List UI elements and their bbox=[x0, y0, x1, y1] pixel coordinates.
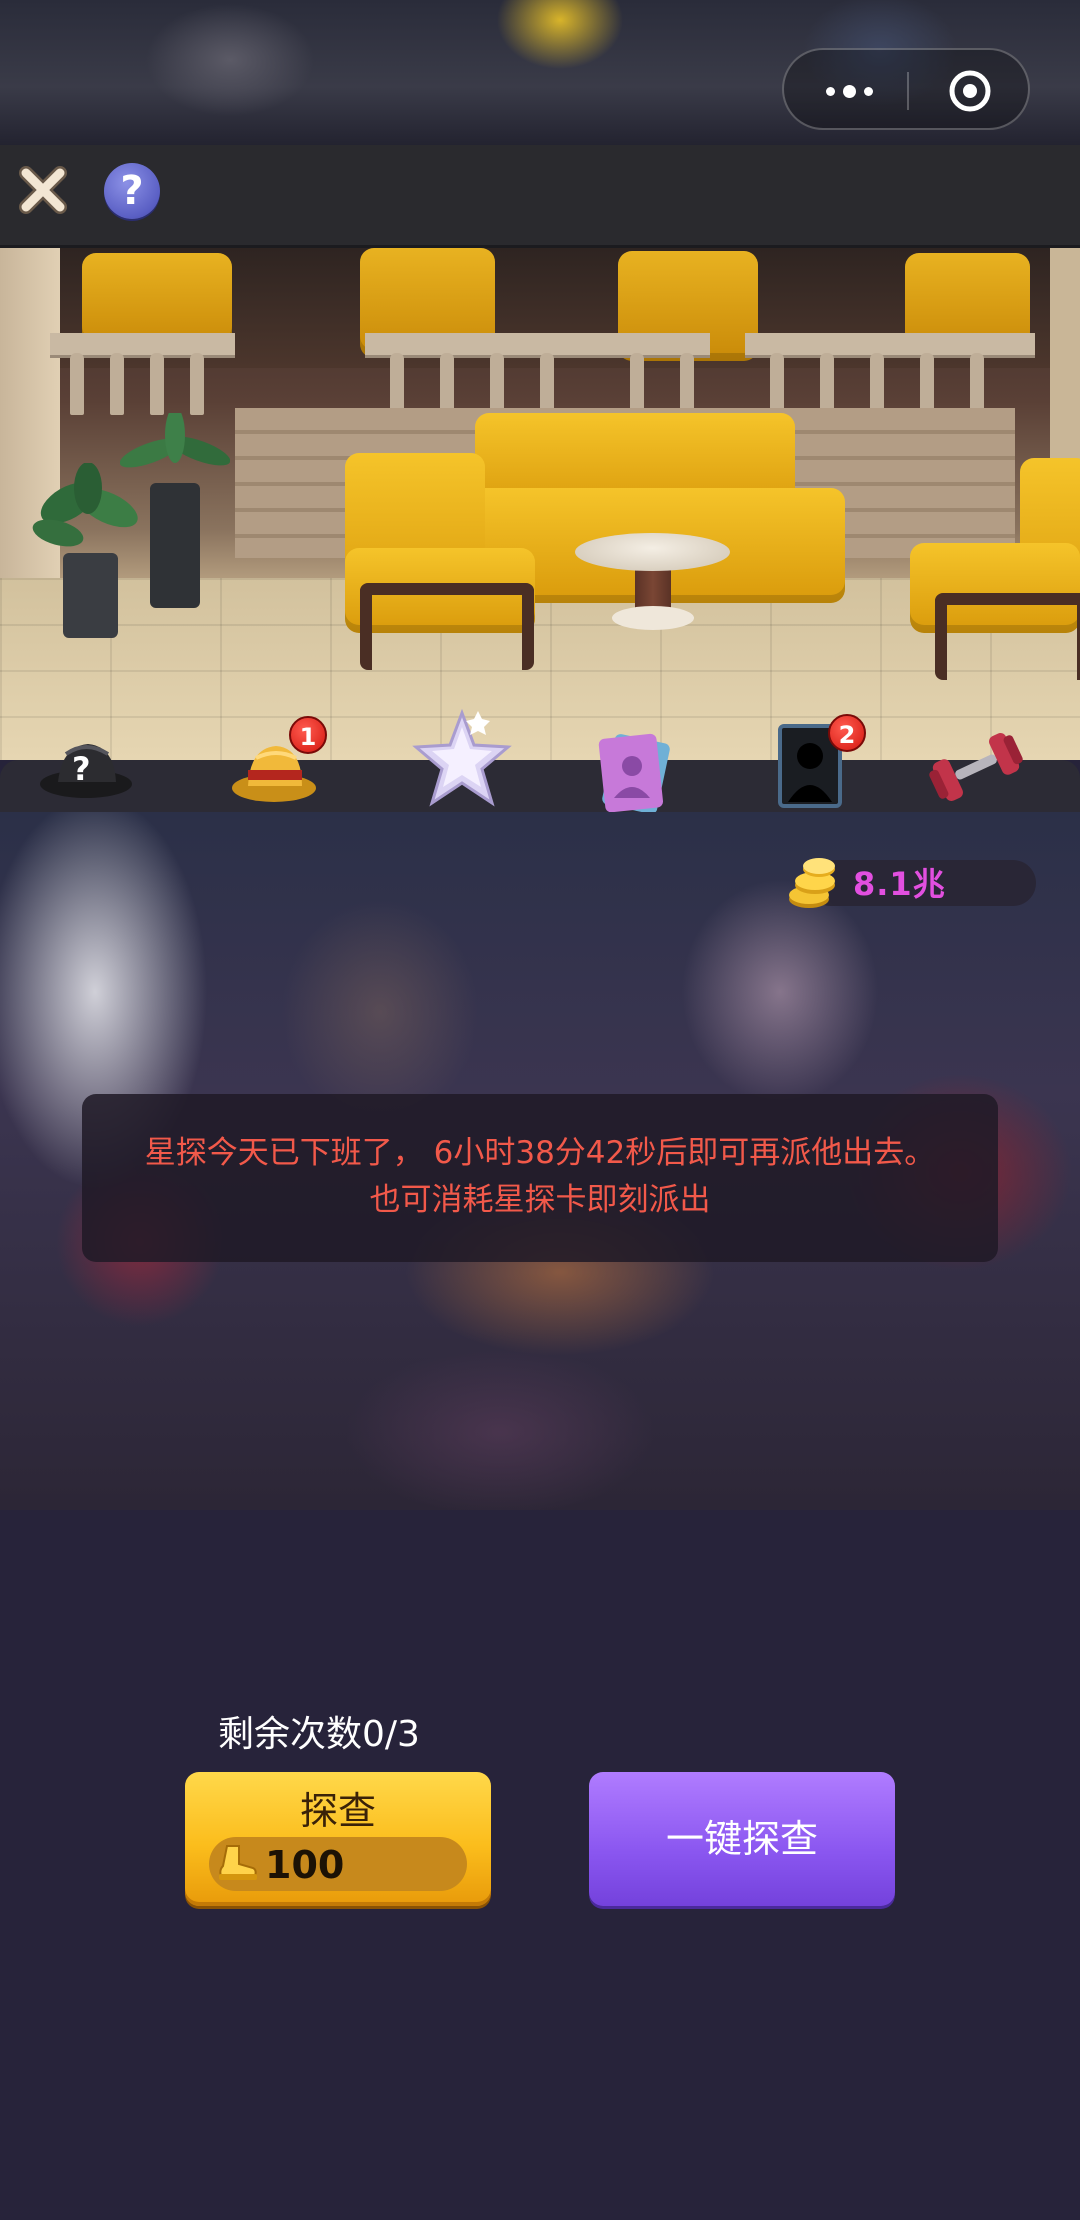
baluster bbox=[70, 353, 84, 415]
baluster bbox=[680, 353, 694, 415]
notification-badge: 2 bbox=[828, 714, 866, 752]
close-x-icon[interactable] bbox=[16, 163, 70, 217]
remaining-count: 剩余次数0/3 bbox=[218, 1714, 420, 1755]
baluster bbox=[110, 353, 124, 415]
baluster bbox=[440, 353, 454, 415]
notice-line-2: 也可消耗星探卡即刻派出 bbox=[369, 1182, 711, 1218]
gold-boot-icon bbox=[219, 1845, 257, 1880]
coin-stack-icon bbox=[789, 858, 835, 908]
action-panel bbox=[0, 1510, 1080, 2220]
coin-balance-value: 8.1兆 bbox=[853, 865, 946, 903]
baluster bbox=[540, 353, 554, 415]
notification-badge: 1 bbox=[289, 716, 327, 754]
probe-button[interactable]: 探查 100 bbox=[185, 1772, 491, 1906]
baluster bbox=[920, 353, 934, 415]
dumbbell-icon[interactable] bbox=[928, 732, 1024, 802]
probe-button-label: 探查 bbox=[299, 1789, 376, 1833]
potted-plant-icon bbox=[120, 413, 230, 608]
mystery-hat-icon[interactable]: ? bbox=[36, 732, 136, 802]
baluster bbox=[970, 353, 984, 415]
target-circle-icon[interactable] bbox=[947, 68, 993, 114]
notice-text: 星探今天已下班了， 6小时38分42秒后即可再派他出去。 也可消耗星探卡即刻派出 bbox=[82, 1130, 998, 1224]
miniprogram-capsule bbox=[782, 48, 1030, 130]
baluster bbox=[820, 353, 834, 415]
baluster bbox=[630, 353, 644, 415]
photo-cards-icon[interactable] bbox=[592, 728, 680, 814]
svg-text:?: ? bbox=[72, 750, 91, 788]
top-scene-strip bbox=[0, 0, 1080, 145]
coffee-table-foot bbox=[612, 606, 694, 630]
railing bbox=[365, 333, 710, 358]
capsule-divider bbox=[907, 72, 909, 110]
baluster bbox=[490, 353, 504, 415]
top-toolbar: ? bbox=[0, 145, 1080, 248]
one-click-probe-button[interactable]: 一键探查 bbox=[589, 1772, 895, 1906]
baluster bbox=[390, 353, 404, 415]
coffee-table-top bbox=[575, 533, 730, 571]
baluster bbox=[150, 353, 164, 415]
notice-line-1: 星探今天已下班了， 6小时38分42秒后即可再派他出去。 bbox=[144, 1135, 936, 1171]
one-click-probe-label: 一键探查 bbox=[665, 1817, 818, 1861]
probe-cost-value: 100 bbox=[265, 1843, 345, 1887]
help-button[interactable]: ? bbox=[104, 163, 160, 219]
armchair-base bbox=[935, 593, 1080, 680]
baluster bbox=[770, 353, 784, 415]
armchair-base bbox=[360, 583, 534, 670]
star-icon[interactable] bbox=[412, 705, 512, 815]
railing bbox=[745, 333, 1035, 358]
feature-icon-bar bbox=[0, 760, 1080, 812]
baluster bbox=[190, 353, 204, 415]
lounge-scene bbox=[0, 248, 1080, 760]
more-dots-icon[interactable] bbox=[814, 76, 884, 106]
baluster bbox=[870, 353, 884, 415]
